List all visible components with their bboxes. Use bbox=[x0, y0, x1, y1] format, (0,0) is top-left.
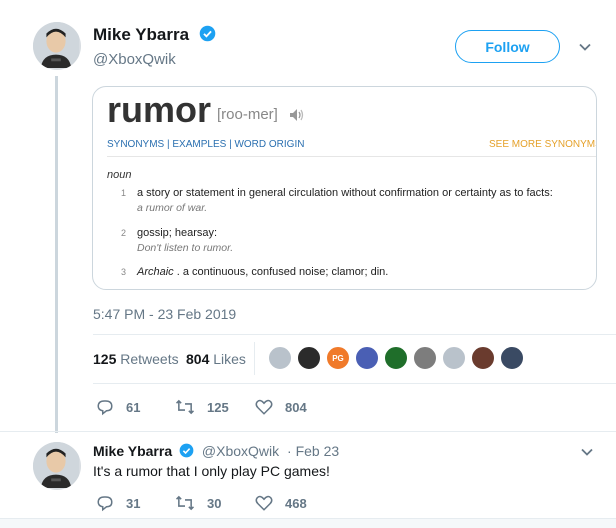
reply-text: It's a rumor that I only play PC games! bbox=[93, 463, 330, 479]
thread-line bbox=[55, 76, 58, 433]
definition-item: 3 Archaic . a continuous, confused noise;… bbox=[121, 266, 388, 278]
reply-header: Mike Ybarra @XboxQwik · Feb 23 bbox=[93, 443, 339, 459]
reply-date[interactable]: · Feb 23 bbox=[287, 443, 339, 459]
like-count: 804 bbox=[285, 399, 307, 415]
avatar-icon[interactable]: PG bbox=[326, 346, 350, 370]
divider bbox=[93, 334, 616, 335]
reply-icon bbox=[97, 496, 113, 512]
follow-button[interactable]: Follow bbox=[455, 30, 560, 63]
definition-text: . a continuous, confused noise; clamor; … bbox=[176, 266, 389, 278]
like-button[interactable]: 468 bbox=[255, 494, 307, 512]
definition-number: 1 bbox=[121, 188, 127, 198]
avatar[interactable] bbox=[33, 442, 81, 490]
chevron-down-icon[interactable] bbox=[578, 40, 592, 54]
avatar-image bbox=[33, 442, 79, 488]
card-word: rumor bbox=[107, 89, 212, 130]
author-name[interactable]: Mike Ybarra bbox=[93, 25, 216, 45]
part-of-speech: noun bbox=[107, 169, 132, 181]
reply-author-handle[interactable]: @XboxQwik bbox=[202, 443, 279, 459]
see-more-synonyms: SEE MORE SYNONYMS F bbox=[489, 139, 597, 150]
like-button[interactable]: 804 bbox=[255, 398, 307, 416]
retweets-stat[interactable]: 125 Retweets bbox=[93, 351, 179, 367]
retweets-count: 125 bbox=[93, 351, 117, 367]
definition-number: 2 bbox=[121, 228, 127, 238]
avatar-icon[interactable] bbox=[500, 346, 524, 370]
default-avatar-icon[interactable] bbox=[442, 346, 466, 370]
liker-label: PG bbox=[332, 353, 344, 363]
speaker-icon bbox=[290, 109, 304, 121]
definition-label: Archaic bbox=[137, 266, 174, 278]
likes-stat[interactable]: 804 Likes bbox=[186, 351, 246, 367]
likers-list: PG bbox=[268, 346, 529, 370]
retweet-count: 125 bbox=[207, 399, 229, 415]
reply-button[interactable]: 61 bbox=[96, 398, 140, 416]
likes-count: 804 bbox=[186, 351, 210, 367]
avatar-icon[interactable] bbox=[297, 346, 321, 370]
retweet-icon bbox=[175, 495, 195, 511]
avatar-icon[interactable] bbox=[355, 346, 379, 370]
avatar-icon[interactable] bbox=[413, 346, 437, 370]
definition-example: a rumor of war. bbox=[137, 202, 208, 214]
definition-item: 2 gossip; hearsay: Don't listen to rumor. bbox=[121, 227, 233, 254]
verified-badge-icon bbox=[199, 25, 216, 42]
avatar-icon[interactable] bbox=[384, 346, 408, 370]
author-handle[interactable]: @XboxQwik bbox=[93, 51, 176, 68]
page-bottom-bar bbox=[0, 518, 616, 528]
heart-icon bbox=[255, 399, 273, 415]
card-divider bbox=[107, 156, 596, 157]
likes-label: Likes bbox=[213, 351, 246, 367]
heart-icon bbox=[255, 495, 273, 511]
reply-count: 31 bbox=[126, 495, 141, 511]
like-count: 468 bbox=[285, 495, 307, 511]
embedded-card[interactable]: rumor [roo-mer] SYNONYMS | EXAMPLES | WO… bbox=[92, 86, 597, 290]
retweets-label: Retweets bbox=[120, 351, 179, 367]
retweet-icon bbox=[175, 399, 195, 415]
verified-badge-icon bbox=[179, 443, 194, 458]
tweet-timestamp[interactable]: 5:47 PM - 23 Feb 2019 bbox=[93, 306, 236, 322]
definition-item: 1 a story or statement in general circula… bbox=[121, 187, 553, 214]
card-pronunciation: [roo-mer] bbox=[217, 106, 278, 123]
chevron-down-icon[interactable] bbox=[580, 445, 594, 459]
definition-text: gossip; hearsay: bbox=[137, 227, 218, 239]
card-links: SYNONYMS | EXAMPLES | WORD ORIGIN bbox=[107, 139, 305, 150]
definition-number: 3 bbox=[121, 267, 127, 277]
avatar[interactable] bbox=[33, 22, 81, 70]
divider bbox=[0, 431, 616, 432]
definition-text: a story or statement in general circulat… bbox=[137, 187, 553, 199]
avatar-icon[interactable] bbox=[471, 346, 495, 370]
reply-button[interactable]: 31 bbox=[96, 494, 140, 512]
reply-author-name[interactable]: Mike Ybarra bbox=[93, 443, 172, 459]
retweet-button[interactable]: 30 bbox=[175, 494, 221, 512]
divider bbox=[93, 383, 616, 384]
retweet-count: 30 bbox=[207, 495, 222, 511]
divider bbox=[254, 342, 255, 375]
retweet-button[interactable]: 125 bbox=[175, 398, 229, 416]
avatar-image bbox=[33, 22, 79, 68]
definition-example: Don't listen to rumor. bbox=[137, 242, 234, 254]
author-name-text[interactable]: Mike Ybarra bbox=[93, 25, 189, 44]
reply-icon bbox=[97, 400, 113, 416]
reply-count: 61 bbox=[126, 399, 141, 415]
default-avatar-icon[interactable] bbox=[268, 346, 292, 370]
